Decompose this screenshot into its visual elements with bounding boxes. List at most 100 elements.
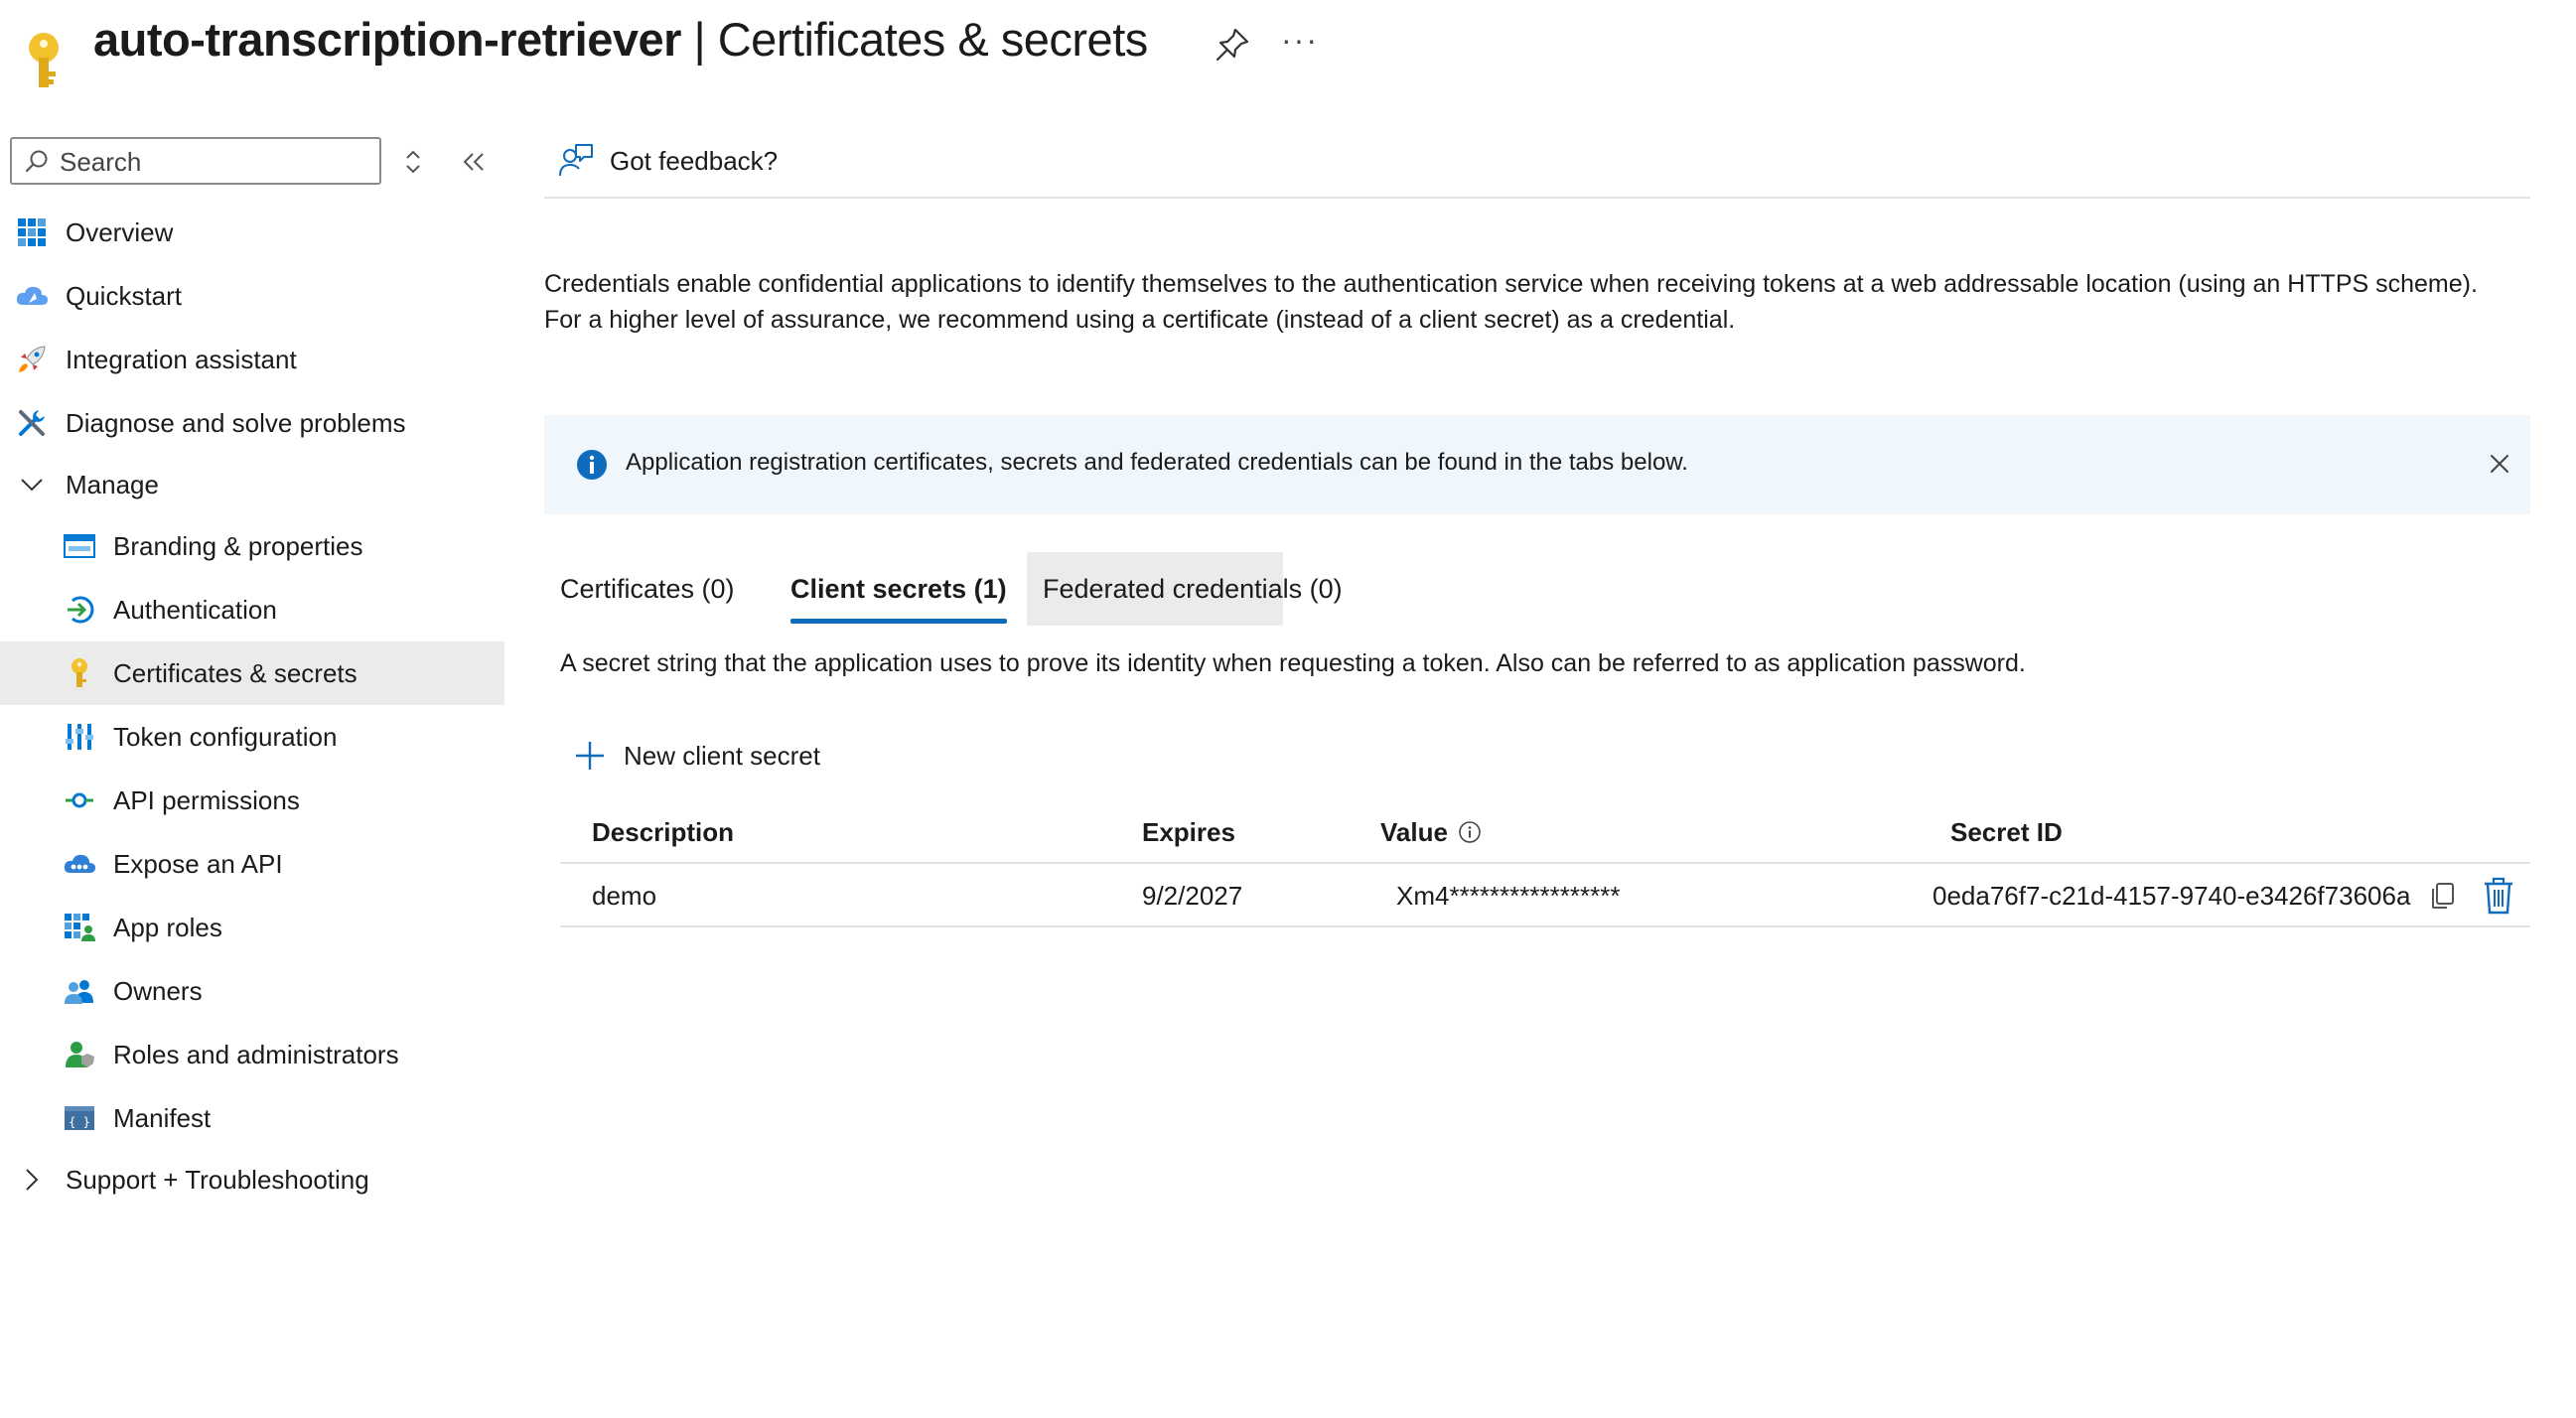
tab-client-secrets[interactable]: Client secrets (1)	[775, 552, 1023, 626]
sidebar-item-api-permissions[interactable]: API permissions	[0, 769, 504, 832]
overview-grid-icon	[14, 214, 50, 250]
sidebar-group-support[interactable]: Support + Troubleshooting	[0, 1150, 504, 1209]
client-secrets-description: A secret string that the application use…	[560, 649, 2026, 677]
info-banner: Application registration certificates, s…	[544, 415, 2530, 514]
rocket-icon	[14, 342, 50, 377]
tab-selected-indicator	[790, 619, 1007, 624]
sidebar-group-manage[interactable]: Manage	[0, 455, 504, 514]
collapse-sidebar-icon[interactable]	[459, 147, 489, 177]
wrench-icon	[14, 405, 50, 441]
app-name: auto-transcription-retriever	[93, 13, 681, 66]
sidebar-item-owners[interactable]: Owners	[0, 959, 504, 1023]
sidebar-item-label: Certificates & secrets	[113, 657, 358, 688]
client-secrets-table: Description Expires Value Secret ID demo…	[560, 800, 2530, 927]
table-row: demo 9/2/2027 Xm4***************** 0eda7…	[560, 864, 2530, 927]
owners-icon	[62, 973, 97, 1009]
more-options-icon[interactable]: ···	[1281, 22, 1319, 59]
svg-text:{ }: { }	[69, 1115, 90, 1129]
plus-icon	[576, 742, 604, 770]
key-icon	[62, 655, 97, 691]
sidebar-item-token-configuration[interactable]: Token configuration	[0, 705, 504, 769]
manifest-icon: { }	[62, 1100, 97, 1136]
info-icon	[577, 450, 607, 480]
column-header-value[interactable]: Value	[1380, 800, 1482, 864]
close-icon[interactable]	[2487, 451, 2512, 477]
sidebar: Overview Quickstart Integration assist	[0, 129, 504, 1291]
chevron-down-icon	[14, 477, 50, 493]
sidebar-item-certificates-secrets[interactable]: Certificates & secrets	[0, 641, 504, 705]
sidebar-item-label: Branding & properties	[113, 530, 363, 561]
sidebar-item-label: App roles	[113, 912, 222, 942]
search-input[interactable]	[60, 145, 367, 179]
sidebar-item-branding[interactable]: Branding & properties	[0, 514, 504, 578]
sidebar-item-roles-admins[interactable]: Roles and administrators	[0, 1023, 504, 1086]
table-header: Description Expires Value Secret ID	[560, 800, 2530, 864]
chevron-right-icon	[14, 1167, 50, 1193]
sidebar-item-label: Authentication	[113, 594, 277, 625]
page-title-text: Certificates & secrets	[717, 13, 1149, 66]
quickstart-cloud-icon	[14, 278, 50, 314]
key-icon	[29, 33, 59, 87]
page-title: auto-transcription-retriever | Certifica…	[93, 12, 1148, 67]
sidebar-item-label: Integration assistant	[66, 344, 297, 374]
secret-value: Xm4*****************	[1396, 880, 1621, 911]
sidebar-item-label: Overview	[66, 216, 174, 247]
sidebar-item-quickstart[interactable]: Quickstart	[0, 264, 504, 328]
sidebar-item-authentication[interactable]: Authentication	[0, 578, 504, 641]
main-content: Got feedback? Credentials enable confide…	[544, 129, 2530, 1321]
sidebar-item-label: Diagnose and solve problems	[66, 407, 406, 438]
title-separator: |	[680, 13, 718, 66]
sidebar-group-label: Support + Troubleshooting	[66, 1164, 369, 1195]
command-bar: Got feedback?	[544, 129, 2530, 199]
branding-icon	[62, 528, 97, 564]
column-header-expires[interactable]: Expires	[1142, 800, 1235, 864]
credential-tabs: Certificates (0) Client secrets (1) Fede…	[544, 552, 2530, 626]
feedback-button[interactable]: Got feedback?	[558, 139, 778, 183]
sidebar-item-overview[interactable]: Overview	[0, 201, 504, 264]
sidebar-group-label: Manage	[66, 469, 159, 499]
sidebar-item-app-roles[interactable]: App roles	[0, 896, 504, 959]
sidebar-item-label: Token configuration	[113, 721, 338, 752]
token-bars-icon	[62, 719, 97, 755]
tab-label: Certificates (0)	[560, 573, 735, 604]
tab-label: Federated credentials (0)	[1043, 573, 1343, 604]
column-header-description[interactable]: Description	[592, 800, 734, 864]
delete-trash-icon[interactable]	[2481, 876, 2516, 916]
column-header-value-label: Value	[1380, 816, 1448, 847]
expose-api-cloud-icon	[62, 846, 97, 882]
sidebar-item-label: Roles and administrators	[113, 1039, 399, 1069]
feedback-label: Got feedback?	[610, 145, 779, 176]
search-box[interactable]	[10, 137, 381, 185]
sidebar-item-label: Owners	[113, 975, 203, 1006]
feedback-icon	[559, 144, 593, 177]
sort-toggle-icon[interactable]	[401, 147, 425, 177]
sidebar-item-label: Manifest	[113, 1102, 212, 1133]
info-circle-icon[interactable]	[1458, 820, 1482, 844]
sidebar-item-label: Expose an API	[113, 848, 283, 879]
search-icon	[25, 150, 48, 173]
secret-description: demo	[592, 880, 657, 911]
api-permissions-icon	[62, 782, 97, 818]
column-header-secret-id[interactable]: Secret ID	[1950, 800, 2063, 864]
app-roles-icon	[62, 910, 97, 945]
secret-expires: 9/2/2027	[1142, 880, 1243, 911]
info-banner-text: Application registration certificates, s…	[626, 449, 1688, 476]
pin-icon[interactable]	[1214, 26, 1251, 64]
credentials-description: Credentials enable confidential applicat…	[544, 270, 2478, 334]
sidebar-item-label: Quickstart	[66, 280, 183, 311]
authentication-icon	[62, 592, 97, 628]
roles-admin-icon	[62, 1037, 97, 1072]
copy-icon[interactable]	[2427, 880, 2459, 912]
secret-id: 0eda76f7-c21d-4157-9740-e3426f73606a	[1932, 880, 2411, 911]
tab-federated-credentials[interactable]: Federated credentials (0)	[1027, 552, 1343, 626]
new-client-secret-button[interactable]: New client secret	[574, 731, 820, 780]
tab-label: Client secrets (1)	[790, 573, 1007, 604]
tab-certificates[interactable]: Certificates (0)	[544, 552, 751, 626]
nav-list: Overview Quickstart Integration assistan…	[0, 201, 504, 1209]
new-client-secret-label: New client secret	[624, 740, 820, 771]
sidebar-item-expose-api[interactable]: Expose an API	[0, 832, 504, 896]
sidebar-item-integration-assistant[interactable]: Integration assistant	[0, 328, 504, 391]
sidebar-item-diagnose[interactable]: Diagnose and solve problems	[0, 391, 504, 455]
page-header: auto-transcription-retriever | Certifica…	[0, 0, 2576, 109]
sidebar-item-manifest[interactable]: { } Manifest	[0, 1086, 504, 1150]
